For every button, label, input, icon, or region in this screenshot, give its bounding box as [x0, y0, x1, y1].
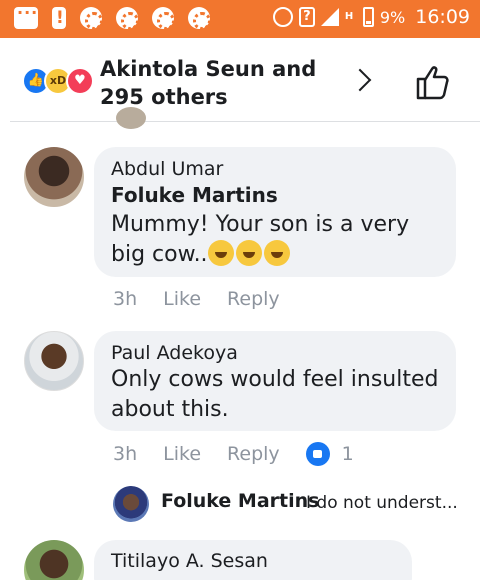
reply-text: I do not underst... — [306, 493, 458, 513]
comment-text: Mummy! Your son is a very big cow.. — [111, 210, 446, 270]
avatar[interactable] — [24, 147, 84, 207]
comment-author[interactable]: Titilayo A. Sesan — [111, 550, 268, 572]
reply-preview[interactable]: Foluke Martins I do not underst... — [113, 486, 473, 522]
smile-emoji — [263, 240, 290, 266]
comment-actions: 3h Like Reply — [113, 288, 306, 310]
comment-time: 3h — [113, 443, 138, 465]
comment-text: Only cows would feel insulted about this… — [111, 367, 439, 422]
like-button[interactable]: Like — [163, 288, 201, 310]
reply-author: Foluke Martins — [161, 490, 320, 512]
avatar[interactable] — [24, 540, 84, 580]
app-notification-icon — [80, 7, 103, 30]
comment-time: 3h — [113, 288, 138, 310]
tagged-user[interactable]: Foluke Martins — [111, 183, 278, 207]
comment-bubble[interactable]: Titilayo A. Sesan — [94, 540, 412, 580]
love-icon: ♥ — [66, 67, 94, 95]
like-count-icon[interactable] — [305, 442, 330, 466]
message-notification-icon — [14, 3, 38, 29]
sim-unknown-icon: ? — [298, 7, 315, 27]
like-button[interactable]: Like — [163, 443, 201, 465]
system-status: ? H 9% 16:09 — [272, 6, 470, 28]
app-notification-icon — [152, 7, 175, 30]
status-bar: ? H 9% 16:09 — [0, 0, 480, 38]
reaction-icons: 👍 xD ♥ — [22, 67, 98, 95]
reply-button[interactable]: Reply — [227, 443, 280, 465]
avatar[interactable] — [24, 331, 84, 391]
chevron-right-icon[interactable] — [348, 68, 372, 92]
comment-author[interactable]: Paul Adekoya — [111, 342, 238, 364]
notification-icons — [14, 3, 211, 30]
avatar[interactable] — [116, 107, 146, 129]
like-button-icon[interactable] — [415, 64, 449, 100]
comment-bubble[interactable]: Paul Adekoya Only cows would feel insult… — [94, 331, 456, 431]
network-type: H — [344, 11, 354, 22]
reply-button[interactable]: Reply — [227, 288, 280, 310]
clock: 16:09 — [415, 6, 470, 28]
signal-icon — [320, 8, 339, 26]
comment-bubble[interactable]: Abdul Umar Foluke Martins Mummy! Your so… — [94, 147, 456, 277]
warning-notification-icon — [52, 7, 66, 29]
avatar — [113, 486, 149, 522]
app-notification-icon — [188, 7, 211, 30]
comment-author[interactable]: Abdul Umar — [111, 158, 223, 180]
battery-percent: 9% — [379, 7, 406, 27]
laughing-emoji — [235, 240, 262, 266]
like-count[interactable]: 1 — [342, 443, 354, 465]
alarm-icon — [272, 7, 293, 27]
battery-icon — [362, 7, 374, 27]
sweat-smile-emoji — [207, 240, 234, 266]
reactions-summary[interactable]: Akintola Seun and 295 others — [100, 55, 350, 111]
app-notification-icon — [116, 7, 139, 30]
reactions-header[interactable]: 👍 xD ♥ Akintola Seun and 295 others — [10, 38, 480, 122]
comment-actions: 3h Like Reply 1 — [113, 442, 380, 466]
